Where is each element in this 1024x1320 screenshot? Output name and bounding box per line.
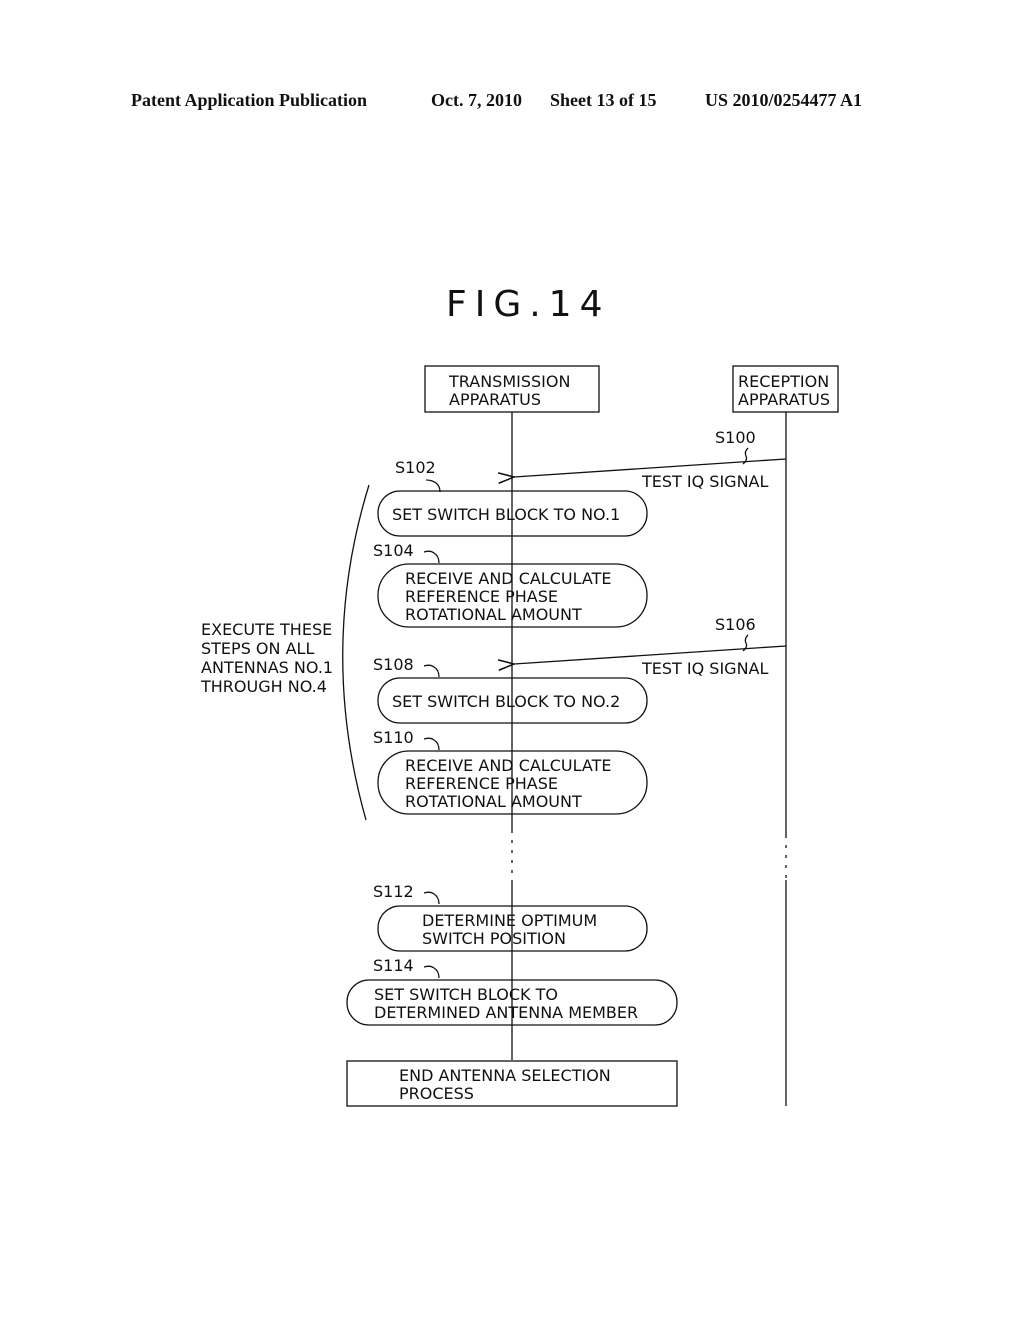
leader-s112 bbox=[423, 891, 440, 905]
loop-bracket bbox=[342, 484, 370, 821]
loop-note-1: EXECUTE THESE bbox=[201, 620, 332, 639]
step-label-s104: S104 bbox=[373, 541, 414, 560]
transmission-label-2: APPARATUS bbox=[449, 390, 541, 409]
step-label-s114: S114 bbox=[373, 956, 414, 975]
loop-note-2: STEPS ON ALL bbox=[201, 639, 314, 658]
step-text-s112-1: DETERMINE OPTIMUM bbox=[422, 911, 597, 930]
step-text-s110-2: REFERENCE PHASE bbox=[405, 774, 558, 793]
step-text-s110-1: RECEIVE AND CALCULATE bbox=[405, 756, 611, 775]
message-label-s100: TEST IQ SIGNAL bbox=[641, 472, 768, 491]
step-text-s102: SET SWITCH BLOCK TO NO.1 bbox=[392, 505, 620, 524]
reception-label-2: APPARATUS bbox=[738, 390, 830, 409]
step-text-s108: SET SWITCH BLOCK TO NO.2 bbox=[392, 692, 620, 711]
step-label-s106: S106 bbox=[715, 615, 756, 634]
leader-s110 bbox=[423, 737, 440, 751]
step-text-s114-1: SET SWITCH BLOCK TO bbox=[374, 985, 558, 1004]
step-text-s104-2: REFERENCE PHASE bbox=[405, 587, 558, 606]
loop-note-3: ANTENNAS NO.1 bbox=[201, 658, 333, 677]
step-label-s112: S112 bbox=[373, 882, 414, 901]
step-label-s108: S108 bbox=[373, 655, 414, 674]
message-label-s106: TEST IQ SIGNAL bbox=[641, 659, 768, 678]
end-text-2: PROCESS bbox=[399, 1084, 474, 1103]
sequence-diagram: TRANSMISSION APPARATUS RECEPTION APPARAT… bbox=[200, 365, 839, 1107]
leader-s104 bbox=[423, 550, 440, 564]
transmission-label-1: TRANSMISSION bbox=[448, 372, 570, 391]
reception-label-1: RECEPTION bbox=[738, 372, 829, 391]
leader-s102 bbox=[425, 479, 441, 493]
step-label-s100: S100 bbox=[715, 428, 756, 447]
leader-s114 bbox=[423, 965, 440, 979]
step-text-s104-3: ROTATIONAL AMOUNT bbox=[405, 605, 582, 624]
step-text-s104-1: RECEIVE AND CALCULATE bbox=[405, 569, 611, 588]
step-label-s102: S102 bbox=[395, 458, 436, 477]
loop-note-4: THROUGH NO.4 bbox=[200, 677, 327, 696]
leader-s108 bbox=[423, 664, 440, 678]
end-text-1: END ANTENNA SELECTION bbox=[399, 1066, 611, 1085]
step-text-s110-3: ROTATIONAL AMOUNT bbox=[405, 792, 582, 811]
step-label-s110: S110 bbox=[373, 728, 414, 747]
step-text-s112-2: SWITCH POSITION bbox=[422, 929, 566, 948]
step-text-s114-2: DETERMINED ANTENNA MEMBER bbox=[374, 1003, 638, 1022]
